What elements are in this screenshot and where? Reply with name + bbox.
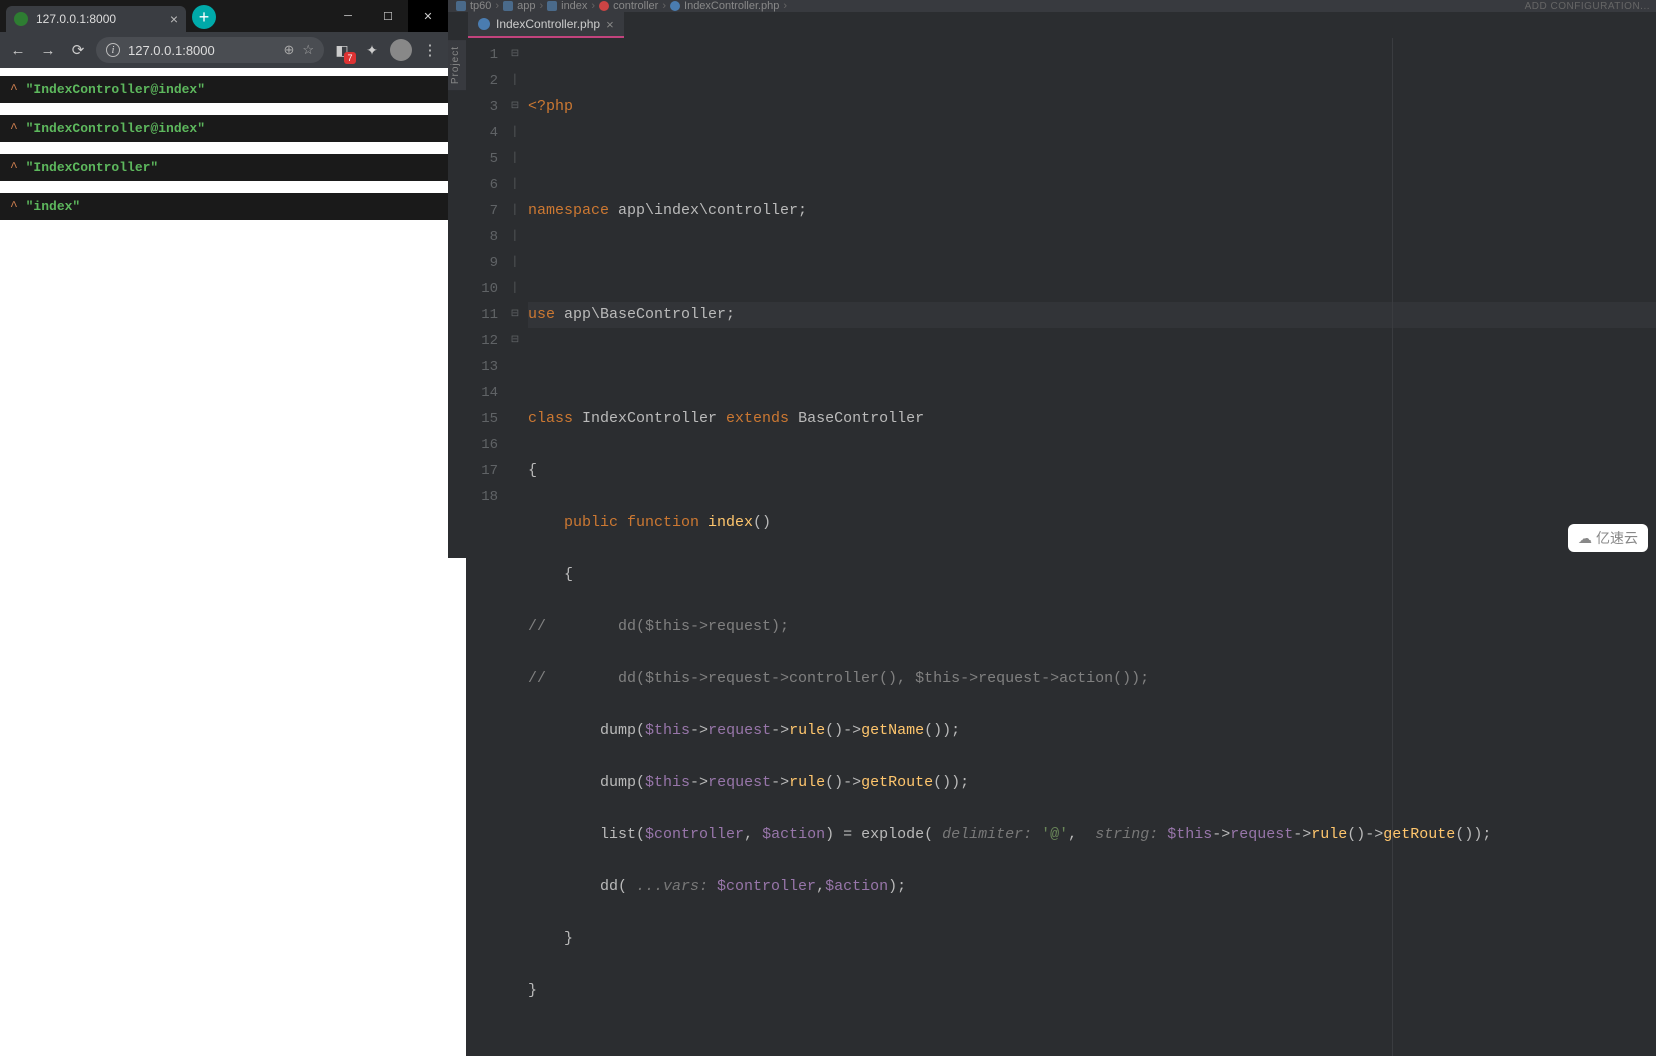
favicon-icon — [14, 12, 28, 26]
extension-badge: 7 — [344, 52, 356, 64]
cloud-icon: ☁ — [1578, 530, 1592, 547]
fold-column: ⊟│⊟│││││││⊟⊟ — [508, 38, 522, 1056]
profile-avatar[interactable] — [390, 39, 412, 61]
breadcrumb-item[interactable]: IndexController.php — [670, 0, 779, 12]
browser-window: 127.0.0.1:8000 × + ─ ☐ ✕ ← → ⟳ i 127.0.0… — [0, 0, 448, 558]
right-margin-line — [1392, 38, 1393, 1056]
code-area[interactable]: <?php namespace app\index\controller; us… — [522, 38, 1656, 1056]
chevron-right-icon: › — [591, 0, 595, 12]
breadcrumb-item[interactable]: controller — [599, 0, 658, 12]
forward-button[interactable]: → — [36, 38, 60, 62]
site-info-icon[interactable]: i — [106, 43, 120, 57]
editor-tab[interactable]: IndexController.php × — [468, 12, 624, 38]
folder-icon — [547, 1, 557, 11]
editor-tabs: IndexController.php × — [448, 12, 1656, 38]
breadcrumb-item[interactable]: app — [503, 0, 535, 12]
chevron-right-icon: › — [783, 0, 787, 12]
search-icon[interactable]: ⊕ — [283, 42, 294, 58]
breadcrumb-item[interactable]: index — [547, 0, 587, 12]
folder-icon — [503, 1, 513, 11]
back-button[interactable]: ← — [6, 38, 30, 62]
url-text: 127.0.0.1:8000 — [128, 43, 215, 58]
line-gutter: 123456789101112131415161718 — [466, 38, 508, 1056]
dump-output: ^ "IndexController@index" — [0, 115, 448, 142]
add-configuration-button[interactable]: ADD CONFIGURATION... — [1525, 1, 1650, 12]
extensions-menu-icon[interactable]: ✦ — [360, 38, 384, 62]
dump-output: ^ "IndexController" — [0, 154, 448, 181]
page-content: ^ "IndexController@index" ^ "IndexContro… — [0, 68, 448, 558]
tab-strip: 127.0.0.1:8000 × + — [0, 0, 328, 32]
bookmark-icon[interactable]: ☆ — [302, 42, 314, 58]
browser-toolbar: ← → ⟳ i 127.0.0.1:8000 ⊕ ☆ ◧7 ✦ ⋮ — [0, 32, 448, 68]
browser-tab[interactable]: 127.0.0.1:8000 × — [6, 6, 186, 32]
close-tab-icon[interactable]: × — [170, 11, 178, 27]
browser-titlebar: 127.0.0.1:8000 × + ─ ☐ ✕ — [0, 0, 448, 32]
breadcrumb: tp60 › app › index › controller › IndexC… — [448, 0, 1656, 12]
project-tool-button[interactable]: Project — [448, 40, 466, 90]
php-file-icon — [670, 1, 680, 11]
window-controls: ─ ☐ ✕ — [328, 0, 448, 32]
minimize-button[interactable]: ─ — [328, 0, 368, 32]
folder-icon — [456, 1, 466, 11]
ide-window: tp60 › app › index › controller › IndexC… — [448, 0, 1656, 558]
new-tab-button[interactable]: + — [192, 5, 216, 29]
maximize-button[interactable]: ☐ — [368, 0, 408, 32]
chevron-right-icon: › — [662, 0, 666, 12]
close-icon[interactable]: × — [606, 17, 614, 32]
breadcrumb-item[interactable]: tp60 — [456, 0, 491, 12]
chevron-right-icon: › — [539, 0, 543, 12]
extension-icon[interactable]: ◧7 — [330, 38, 354, 62]
chevron-right-icon: › — [495, 0, 499, 12]
php-file-icon — [478, 18, 490, 30]
dump-output: ^ "index" — [0, 193, 448, 220]
dump-output: ^ "IndexController@index" — [0, 76, 448, 103]
close-window-button[interactable]: ✕ — [408, 0, 448, 32]
editor-tab-label: IndexController.php — [496, 17, 600, 31]
folder-icon — [599, 1, 609, 11]
tab-title: 127.0.0.1:8000 — [36, 12, 116, 26]
reload-button[interactable]: ⟳ — [66, 38, 90, 62]
editor-body: 123456789101112131415161718 ⊟│⊟│││││││⊟⊟… — [466, 38, 1656, 1056]
menu-icon[interactable]: ⋮ — [418, 38, 442, 62]
address-bar[interactable]: i 127.0.0.1:8000 ⊕ ☆ — [96, 37, 324, 63]
watermark: ☁ 亿速云 — [1568, 524, 1648, 552]
